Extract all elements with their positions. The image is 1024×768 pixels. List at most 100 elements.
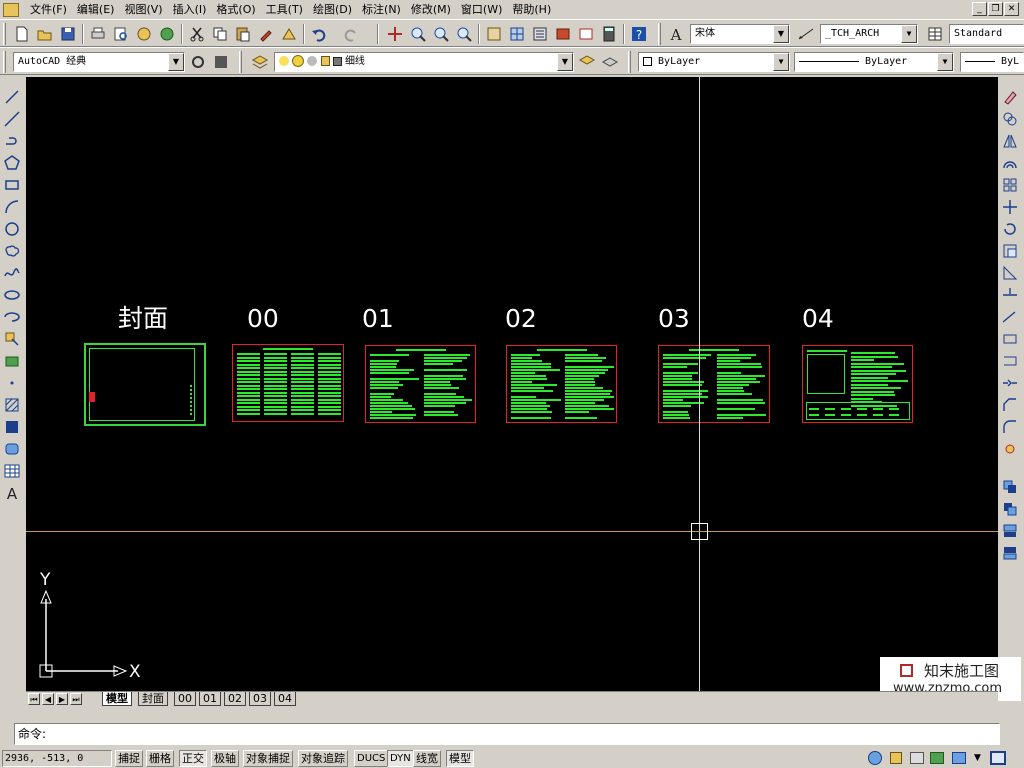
trim-icon[interactable] <box>1001 286 1019 304</box>
menu-view[interactable]: 视图(V) <box>119 0 167 19</box>
menu-dimension[interactable]: 标注(N) <box>357 0 406 19</box>
open-file-icon[interactable] <box>36 25 54 43</box>
workspace-combo[interactable]: AutoCAD 经典 ▼ <box>13 52 185 72</box>
markup-set-manager-icon[interactable] <box>577 25 595 43</box>
new-file-icon[interactable] <box>13 25 31 43</box>
linetype-combo[interactable]: ByLayer ▼ <box>794 52 954 72</box>
line-icon[interactable] <box>3 88 21 106</box>
dyn-toggle[interactable]: DYN <box>387 750 414 767</box>
sheet-04[interactable] <box>802 345 913 423</box>
extend-icon[interactable] <box>1001 308 1019 326</box>
communication-center-icon[interactable] <box>868 751 882 765</box>
last-tab-icon[interactable]: ⏭ <box>70 693 82 705</box>
cut-icon[interactable] <box>188 25 206 43</box>
erase-icon[interactable] <box>1001 88 1019 106</box>
layer-manager-icon[interactable] <box>251 53 269 71</box>
tab-cover[interactable]: 封面 <box>138 692 168 706</box>
publish-icon[interactable] <box>135 25 153 43</box>
menu-draw[interactable]: 绘图(D) <box>308 0 357 19</box>
minimize-icon[interactable]: _ <box>972 2 987 16</box>
3d-dwf-icon[interactable] <box>158 25 176 43</box>
prev-tab-icon[interactable]: ◀ <box>42 693 54 705</box>
paste-icon[interactable] <box>234 25 252 43</box>
next-tab-icon[interactable]: ▶ <box>56 693 68 705</box>
toolbar-lock-icon[interactable] <box>890 752 902 764</box>
join-icon[interactable] <box>1001 374 1019 392</box>
chevron-down-icon[interactable]: ▼ <box>773 53 789 71</box>
print-preview-icon[interactable] <box>112 25 130 43</box>
otrack-toggle[interactable]: 对象追踪 <box>298 750 348 767</box>
table-icon[interactable] <box>3 462 21 480</box>
arc-icon[interactable] <box>3 198 21 216</box>
tab-04[interactable]: 04 <box>274 692 296 706</box>
ellipse-arc-icon[interactable] <box>3 308 21 326</box>
construction-line-icon[interactable] <box>3 110 21 128</box>
zoom-window-icon[interactable] <box>432 25 450 43</box>
autocad-app-icon[interactable] <box>3 2 19 17</box>
menu-window[interactable]: 窗口(W) <box>456 0 507 19</box>
rectangle-icon[interactable] <box>3 176 21 194</box>
layer-previous-icon[interactable] <box>601 53 619 71</box>
circle-icon[interactable] <box>3 220 21 238</box>
chevron-down-icon[interactable]: ▼ <box>168 53 184 71</box>
sheet-01[interactable] <box>365 345 476 423</box>
chevron-down-icon[interactable]: ▼ <box>773 25 789 43</box>
polyline-icon[interactable] <box>3 132 21 150</box>
tab-00[interactable]: 00 <box>174 692 196 706</box>
sheet-03[interactable] <box>658 345 770 423</box>
first-tab-icon[interactable]: ⏮ <box>28 693 40 705</box>
tool-palettes-icon[interactable] <box>531 25 549 43</box>
lineweight-combo[interactable]: ByL <box>960 52 1024 72</box>
status-menu-icon[interactable]: ▼ <box>974 753 981 763</box>
polygon-icon[interactable] <box>3 154 21 172</box>
make-object-layer-current-icon[interactable] <box>578 53 596 71</box>
offset-icon[interactable] <box>1001 154 1019 172</box>
sheet-02[interactable] <box>506 345 617 423</box>
copy-object-icon[interactable] <box>1001 110 1019 128</box>
update-icon[interactable] <box>930 752 944 764</box>
pan-realtime-icon[interactable] <box>386 25 404 43</box>
snap-toggle[interactable]: 捕捉 <box>115 750 143 767</box>
drawing-canvas[interactable]: 封面 00 01 02 03 04 Y X <box>26 77 998 691</box>
clean-screen-icon[interactable] <box>990 751 1006 765</box>
dimstyle-combo[interactable]: _TCH_ARCH ▼ <box>820 24 918 44</box>
gradient-icon[interactable] <box>3 418 21 436</box>
tab-01[interactable]: 01 <box>199 692 221 706</box>
scale-icon[interactable] <box>1001 242 1019 260</box>
undo-icon[interactable] <box>310 25 328 43</box>
tab-02[interactable]: 02 <box>224 692 246 706</box>
textstyle-combo[interactable]: Standard <box>949 24 1024 44</box>
zoom-realtime-icon[interactable] <box>409 25 427 43</box>
grid-toggle[interactable]: 栅格 <box>146 750 174 767</box>
ducs-toggle[interactable]: DUCS <box>354 750 389 767</box>
hatch-icon[interactable] <box>3 396 21 414</box>
lineweight-toggle[interactable]: 线宽 <box>413 750 441 767</box>
draw-order-front-icon[interactable] <box>1001 478 1019 496</box>
spline-icon[interactable] <box>3 264 21 282</box>
match-properties-icon[interactable] <box>257 25 275 43</box>
sheet-set-manager-icon[interactable] <box>554 25 572 43</box>
tab-03[interactable]: 03 <box>249 692 271 706</box>
draw-order-above-icon[interactable] <box>1001 522 1019 540</box>
layer-combo[interactable]: 细线 ▼ <box>274 52 574 72</box>
point-icon[interactable] <box>3 374 21 392</box>
tab-model[interactable]: 模型 <box>102 692 132 706</box>
light-bulb-icon[interactable] <box>279 56 289 66</box>
properties-icon[interactable] <box>485 25 503 43</box>
break-icon[interactable] <box>1001 352 1019 370</box>
menu-help[interactable]: 帮助(H) <box>507 0 556 19</box>
color-combo[interactable]: ByLayer ▼ <box>638 52 790 72</box>
chevron-down-icon[interactable]: ▼ <box>557 53 573 71</box>
insert-block-icon[interactable] <box>3 330 21 348</box>
block-editor-icon[interactable] <box>280 25 298 43</box>
array-icon[interactable] <box>1001 176 1019 194</box>
menu-modify[interactable]: 修改(M) <box>406 0 456 19</box>
freeze-icon[interactable] <box>307 56 318 66</box>
zoom-previous-icon[interactable] <box>455 25 473 43</box>
copy-icon[interactable] <box>211 25 229 43</box>
sheet-cover[interactable] <box>84 343 206 426</box>
help-icon[interactable]: ? <box>630 25 648 43</box>
sheet-00[interactable] <box>232 344 344 422</box>
redo-icon[interactable] <box>342 25 360 43</box>
ortho-toggle[interactable]: 正交 <box>179 750 207 767</box>
